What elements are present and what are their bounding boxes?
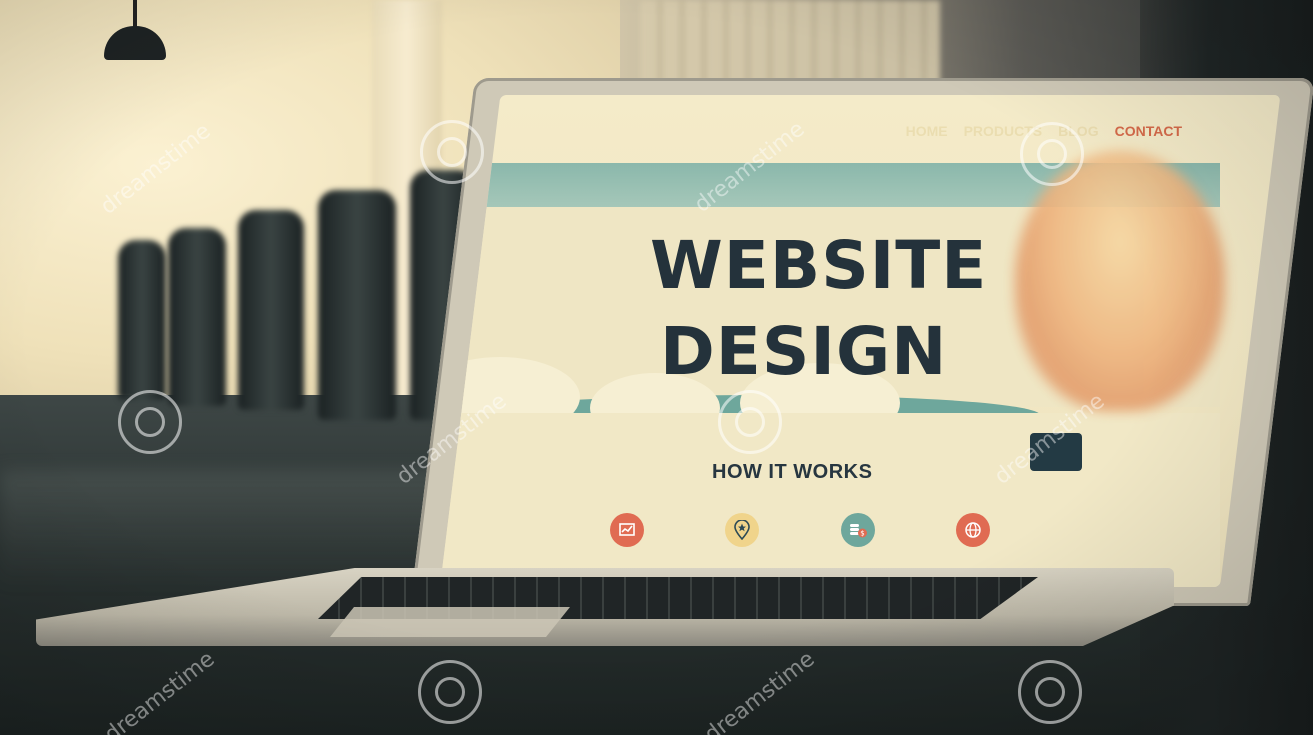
spiral-icon xyxy=(418,660,482,724)
chair xyxy=(318,190,396,420)
nav-contact-link[interactable]: CONTACT xyxy=(1115,123,1182,139)
laptop-trackpad xyxy=(330,607,570,637)
svg-text:$: $ xyxy=(860,530,864,538)
nav-home-link[interactable]: HOME xyxy=(906,123,948,139)
globe-icon[interactable] xyxy=(955,513,990,547)
hero-title-line1: WEBSITE xyxy=(650,227,988,304)
feature-icons: $ xyxy=(610,513,990,547)
spiral-icon xyxy=(118,390,182,454)
spiral-icon xyxy=(420,120,484,184)
photo-scene: HOME PRODUCTS BLOG CONTACT WEBSITE DESIG… xyxy=(0,0,1313,735)
coins-dollar-icon[interactable]: $ xyxy=(840,513,875,547)
chair xyxy=(168,228,226,406)
hero-title-line2: DESIGN xyxy=(660,313,948,390)
chair xyxy=(118,240,166,400)
landing-page: HOME PRODUCTS BLOG CONTACT WEBSITE DESIG… xyxy=(440,95,1225,587)
chart-icon[interactable] xyxy=(610,513,644,547)
location-star-icon[interactable] xyxy=(725,513,760,547)
laptop-screen: HOME PRODUCTS BLOG CONTACT WEBSITE DESIG… xyxy=(440,95,1281,587)
spiral-icon xyxy=(1018,660,1082,724)
lamp-cord xyxy=(133,0,137,28)
spiral-icon xyxy=(718,390,782,454)
section-heading: HOW IT WORKS xyxy=(712,461,873,483)
chair xyxy=(238,210,304,410)
hot-air-balloon xyxy=(1015,151,1225,411)
spiral-icon xyxy=(1020,122,1084,186)
content-area xyxy=(440,413,1220,587)
hero-title: WEBSITE DESIGN xyxy=(650,223,987,395)
